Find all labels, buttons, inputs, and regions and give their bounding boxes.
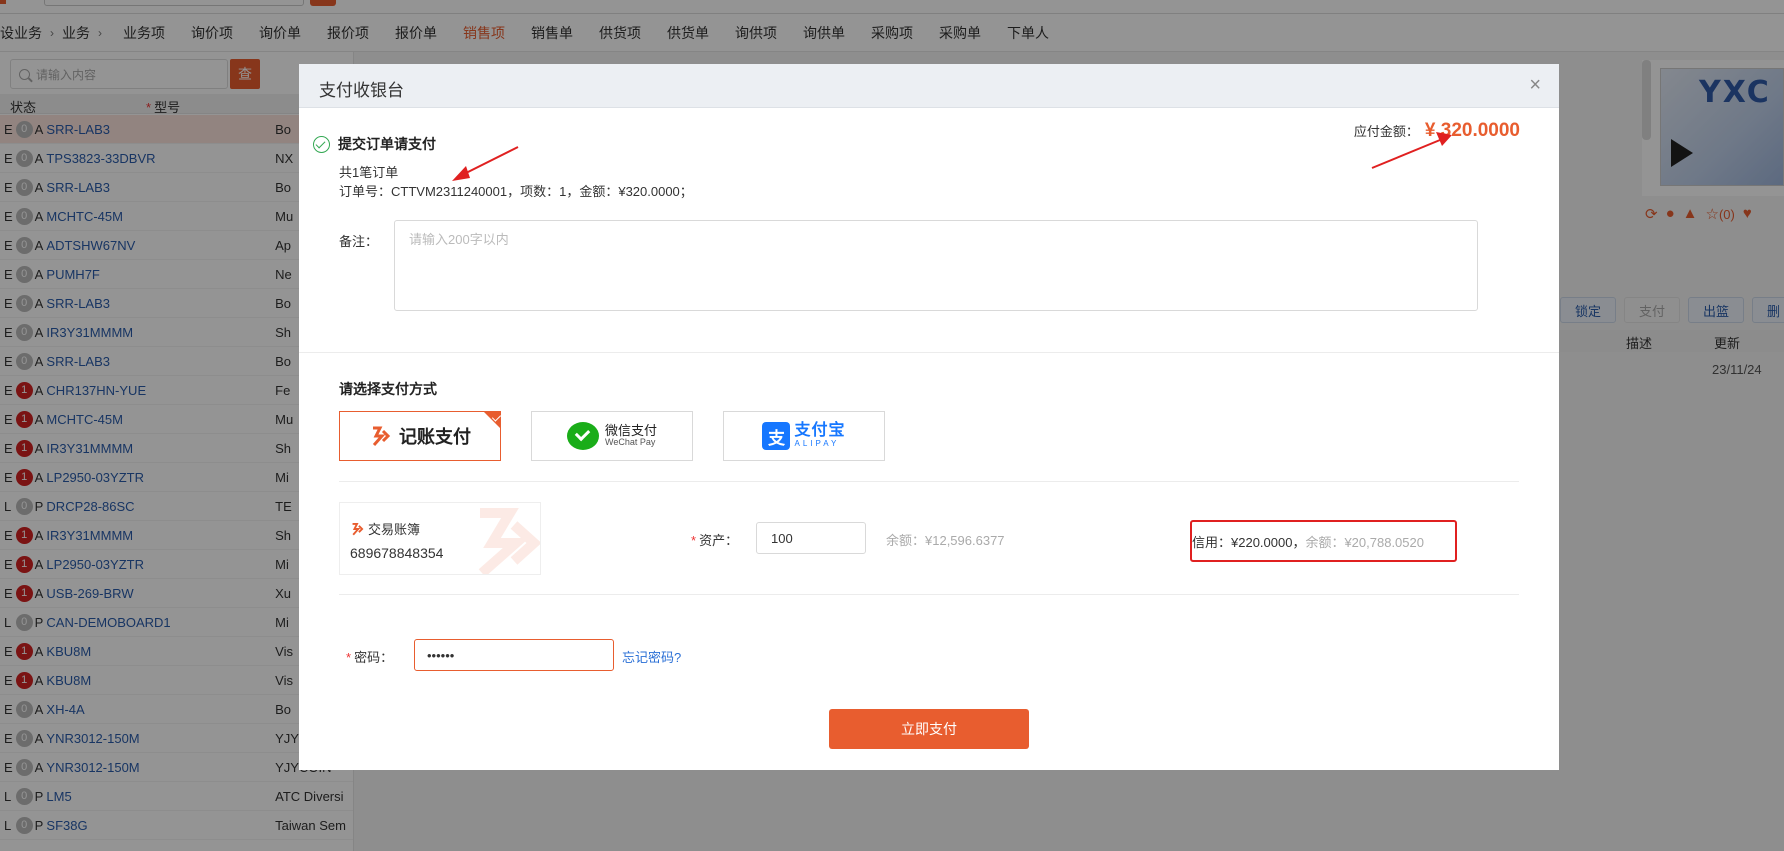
submit-text: 提交订单请支付 [338,136,436,152]
alipay-icon: 支 [762,422,791,450]
pay-option-ledger-label: 记账支付 [399,427,471,447]
alipay-label-en: ALIPAY [794,439,840,449]
ledger-logo-icon [352,522,364,535]
account-card: 交易账簿 689678848354 [339,502,541,575]
forgot-password-link[interactable]: 忘记密码? [622,647,681,666]
amount-label: 应付金额： [1353,124,1419,139]
order-detail: 订单号：CTTVM2311240001，项数：1，金额：¥320.0000； [339,184,693,199]
order-count: 共1笔订单 [339,165,399,180]
divider [339,481,1519,482]
selected-check-icon [483,411,501,429]
credit-info-highlight: 信用：¥220.0000， 余额：¥20,788.0520 [1190,520,1457,562]
modal-header: 支付收银台 × [299,64,1559,108]
close-icon[interactable]: × [1529,74,1541,97]
credit-balance: 余额：¥20,788.0520 [1305,534,1424,550]
credit-amount: 信用：¥220.0000， [1192,534,1306,550]
divider [299,352,1559,353]
wechat-icon [566,422,599,450]
pay-method-title: 请选择支付方式 [339,381,437,397]
account-name: 交易账簿 [350,519,420,538]
remark-label: 备注： [339,234,379,249]
submit-notice: 提交订单请支付 [313,134,436,154]
amount-value: ¥ 320.0000 [1424,120,1520,141]
account-number: 689678848354 [350,545,444,561]
pay-now-button[interactable]: 立即支付 [829,709,1029,749]
password-input[interactable] [414,639,614,671]
wechat-label-en: WeChat Pay [604,437,656,448]
asset-input[interactable] [756,522,866,554]
payment-modal: 支付收银台 × 提交订单请支付 共1笔订单 订单号：CTTVM231124000… [299,64,1559,770]
watermark-logo-icon [478,508,540,574]
wechat-label: 微信支付 [604,422,657,438]
asset-label: * 资产： [691,533,739,548]
remark-textarea[interactable] [394,220,1478,311]
modal-title: 支付收银台 [319,81,404,100]
password-label: * 密码： [346,650,394,665]
divider [339,594,1519,595]
check-circle-icon [313,135,330,153]
alipay-label: 支付宝 [794,422,846,440]
pay-option-ledger[interactable]: 记账支付 [339,411,501,461]
pay-option-wechat[interactable]: 微信支付 WeChat Pay [531,411,693,461]
pay-option-alipay[interactable]: 支 支付宝 ALIPAY [723,411,885,461]
ledger-logo-icon [372,426,391,446]
asset-balance: 余额：¥12,596.6377 [886,533,1005,548]
payable-amount: 应付金额： ¥ 320.0000 [1354,120,1520,142]
